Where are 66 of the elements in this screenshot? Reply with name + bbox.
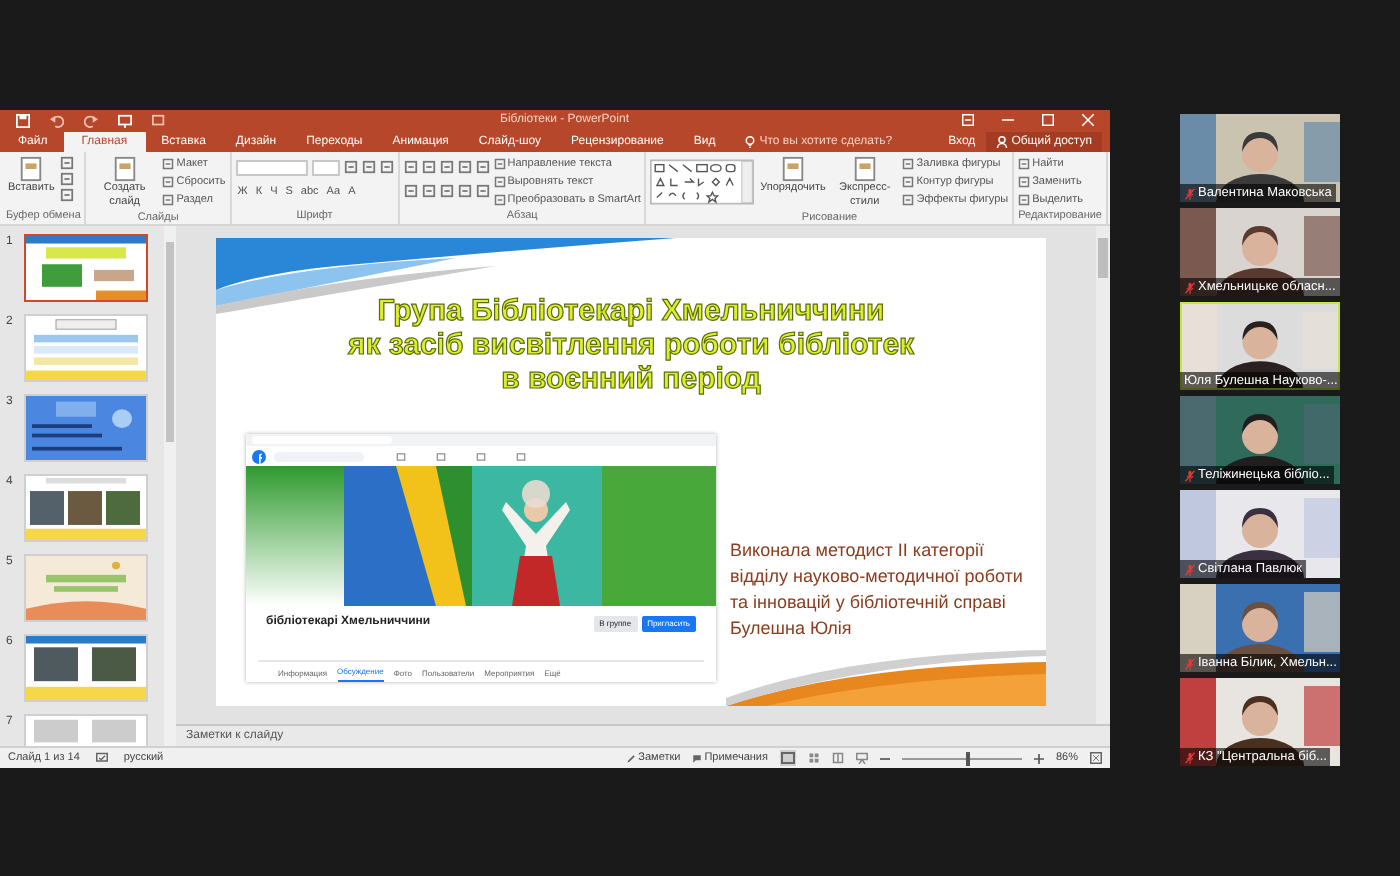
home-icon[interactable] bbox=[396, 451, 406, 461]
people-icon[interactable] bbox=[436, 451, 446, 461]
command-icon bbox=[1018, 194, 1031, 206]
zoom-in-icon[interactable] bbox=[1033, 753, 1044, 763]
slideshow-icon[interactable] bbox=[855, 752, 868, 764]
comment-icon bbox=[692, 753, 703, 763]
slide-title: як засіб висвітлення роботи бібліотек bbox=[347, 328, 915, 362]
minimize-icon[interactable] bbox=[1002, 114, 1014, 126]
tool-icon[interactable] bbox=[475, 160, 490, 174]
tool-icon[interactable] bbox=[403, 184, 418, 198]
command-icon bbox=[493, 194, 506, 206]
slide-thumbnail[interactable] bbox=[24, 234, 148, 302]
save-icon[interactable] bbox=[16, 113, 30, 127]
input-field[interactable] bbox=[235, 159, 308, 175]
command-icon bbox=[162, 176, 175, 188]
person-icon bbox=[995, 136, 1008, 148]
command-icon bbox=[162, 158, 175, 170]
undo-icon[interactable] bbox=[50, 113, 64, 127]
window-icon[interactable] bbox=[152, 113, 166, 127]
tool-icon[interactable] bbox=[475, 184, 490, 198]
redo-icon[interactable] bbox=[84, 113, 98, 127]
author-credit: та інновацій у бібліотечній справі bbox=[730, 590, 1008, 616]
tool-icon[interactable] bbox=[379, 160, 394, 174]
tool-icon[interactable] bbox=[439, 160, 454, 174]
tool-icon[interactable] bbox=[439, 184, 454, 198]
author-credit: Виконала методист ІІ категорії bbox=[730, 538, 986, 564]
zoom-slider[interactable] bbox=[965, 751, 970, 765]
command-icon bbox=[493, 176, 506, 188]
tool-icon[interactable] bbox=[60, 172, 75, 186]
tool-icon[interactable] bbox=[60, 188, 75, 202]
shapes-gallery[interactable] bbox=[650, 156, 755, 208]
author-credit: відділу науково-методичної роботи bbox=[730, 564, 1023, 590]
input-field[interactable] bbox=[311, 159, 340, 175]
lightbulb-icon bbox=[743, 136, 756, 148]
slide-title: в воєнний період bbox=[501, 362, 761, 396]
tool-icon[interactable] bbox=[421, 160, 436, 174]
command-icon bbox=[1018, 158, 1031, 170]
command-icon bbox=[902, 158, 915, 170]
tool-icon[interactable] bbox=[403, 160, 418, 174]
command-icon bbox=[1018, 176, 1031, 188]
tool-icon[interactable] bbox=[343, 160, 358, 174]
slide-title: Група Бібліотекарі Хмельниччини bbox=[377, 294, 885, 328]
groups-icon[interactable] bbox=[476, 451, 486, 461]
grid-view-icon[interactable] bbox=[807, 752, 820, 764]
presentation-icon[interactable] bbox=[118, 113, 132, 127]
spelling-icon[interactable] bbox=[95, 752, 108, 764]
pencil-icon bbox=[626, 753, 637, 763]
normal-view-icon[interactable] bbox=[779, 750, 796, 766]
tool-icon[interactable] bbox=[60, 156, 75, 170]
maximize-icon[interactable] bbox=[1042, 114, 1054, 126]
tool-icon[interactable] bbox=[457, 184, 472, 198]
fit-slide-icon[interactable] bbox=[1090, 752, 1102, 764]
command-icon bbox=[902, 176, 915, 188]
facebook-logo[interactable] bbox=[252, 449, 266, 463]
command-icon bbox=[493, 158, 506, 170]
tool-icon[interactable] bbox=[361, 160, 376, 174]
tool-icon[interactable] bbox=[457, 160, 472, 174]
close-icon[interactable] bbox=[1082, 114, 1094, 126]
tool-icon[interactable] bbox=[421, 184, 436, 198]
ribbon-display-icon[interactable] bbox=[962, 114, 974, 126]
command-icon bbox=[902, 194, 915, 206]
zoom-out-icon[interactable] bbox=[879, 753, 890, 763]
command-icon bbox=[162, 194, 175, 206]
reading-view-icon[interactable] bbox=[831, 752, 844, 764]
page-icon[interactable] bbox=[516, 451, 526, 461]
author-credit: Булешна Юлія bbox=[730, 616, 854, 642]
